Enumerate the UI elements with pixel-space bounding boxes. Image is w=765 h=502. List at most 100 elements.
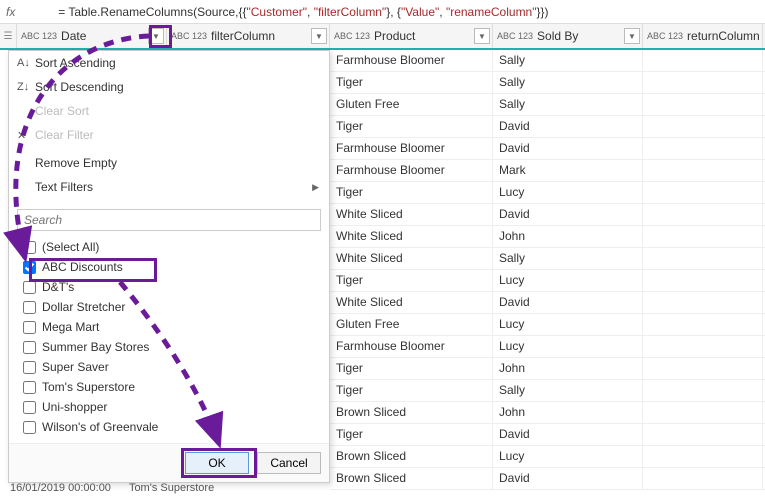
filter-item[interactable]: Mega Mart: [17, 317, 321, 337]
column-header-product[interactable]: ABC 123 Product ▼: [330, 24, 493, 48]
filter-search-input[interactable]: [17, 209, 321, 231]
table-row[interactable]: Farmhouse BloomerDavid: [330, 138, 765, 160]
cell-product: Tiger: [330, 380, 493, 401]
menu-label: Remove Empty: [35, 156, 117, 170]
grid-body: Farmhouse BloomerSallyTigerSallyGluten F…: [330, 50, 765, 490]
filter-checkbox[interactable]: [23, 341, 36, 354]
column-label: Date: [61, 29, 86, 43]
filter-checkbox[interactable]: [23, 401, 36, 414]
cell-soldby: John: [493, 358, 643, 379]
cell-return: [643, 94, 763, 115]
type-icon: ABC 123: [497, 32, 533, 41]
table-row[interactable]: White SlicedDavid: [330, 292, 765, 314]
check-label: Uni-shopper: [42, 400, 107, 414]
cell-soldby: Lucy: [493, 182, 643, 203]
sort-asc-icon: A↓: [17, 57, 35, 69]
cell-soldby: Sally: [493, 380, 643, 401]
table-row[interactable]: Gluten FreeLucy: [330, 314, 765, 336]
filter-item[interactable]: Uni-shopper: [17, 397, 321, 417]
filter-checkbox[interactable]: [23, 421, 36, 434]
table-row[interactable]: Brown SlicedJohn: [330, 402, 765, 424]
chevron-down-icon[interactable]: ▼: [148, 28, 164, 44]
select-all-item[interactable]: (Select All): [17, 237, 321, 257]
cell-product: Tiger: [330, 182, 493, 203]
check-label: Wilson's of Greenvale: [42, 420, 158, 434]
filter-checkbox[interactable]: [23, 361, 36, 374]
filter-item[interactable]: D&T's: [17, 277, 321, 297]
table-row[interactable]: White SlicedDavid: [330, 204, 765, 226]
filter-checkbox[interactable]: [23, 321, 36, 334]
filter-checkbox[interactable]: [23, 261, 36, 274]
filter-item[interactable]: Summer Bay Stores: [17, 337, 321, 357]
cell-product: Farmhouse Bloomer: [330, 336, 493, 357]
table-row[interactable]: Gluten FreeSally: [330, 94, 765, 116]
type-icon: ABC 123: [334, 32, 370, 41]
filter-item[interactable]: Wilson's of Greenvale: [17, 417, 321, 437]
filter-item[interactable]: Super Saver: [17, 357, 321, 377]
select-all-checkbox[interactable]: [23, 241, 36, 254]
clear-sort: Clear Sort: [9, 99, 329, 123]
check-label: Mega Mart: [42, 320, 99, 334]
chevron-down-icon[interactable]: ▼: [624, 28, 640, 44]
cancel-button[interactable]: Cancel: [257, 452, 321, 474]
menu-label: Sort Ascending: [35, 56, 116, 70]
filter-checkbox[interactable]: [23, 381, 36, 394]
table-row[interactable]: TigerSally: [330, 72, 765, 94]
column-header-returncolumn[interactable]: ABC 123 returnColumn: [643, 24, 763, 48]
text-filters[interactable]: Text Filters ▶: [9, 175, 329, 199]
table-row[interactable]: Farmhouse BloomerLucy: [330, 336, 765, 358]
cell-return: [643, 72, 763, 93]
filter-item[interactable]: ABC Discounts: [17, 257, 321, 277]
cell-soldby: Lucy: [493, 336, 643, 357]
chevron-down-icon[interactable]: ▼: [474, 28, 490, 44]
table-row[interactable]: TigerDavid: [330, 116, 765, 138]
table-row[interactable]: White SlicedSally: [330, 248, 765, 270]
table-row: 16/01/2019 00:00:00 Tom's Superstore: [10, 482, 214, 494]
cell-soldby: Lucy: [493, 314, 643, 335]
filter-checkbox[interactable]: [23, 301, 36, 314]
table-row[interactable]: Brown SlicedDavid: [330, 468, 765, 490]
filter-item[interactable]: Dollar Stretcher: [17, 297, 321, 317]
cell-product: Tiger: [330, 72, 493, 93]
cell-return: [643, 248, 763, 269]
sort-descending[interactable]: Z↓ Sort Descending: [9, 75, 329, 99]
cell-soldby: Sally: [493, 50, 643, 71]
column-label: Product: [374, 29, 415, 43]
table-row[interactable]: White SlicedJohn: [330, 226, 765, 248]
chevron-right-icon: ▶: [312, 182, 319, 193]
filter-checkbox[interactable]: [23, 281, 36, 294]
filter-item[interactable]: Tom's Superstore: [17, 377, 321, 397]
table-row[interactable]: TigerSally: [330, 380, 765, 402]
table-row[interactable]: Farmhouse BloomerMark: [330, 160, 765, 182]
table-row[interactable]: TigerLucy: [330, 182, 765, 204]
cell-product: Gluten Free: [330, 94, 493, 115]
cell-soldby: Mark: [493, 160, 643, 181]
table-row[interactable]: Brown SlicedLucy: [330, 446, 765, 468]
cell-soldby: Sally: [493, 72, 643, 93]
cell-product: White Sliced: [330, 226, 493, 247]
column-header-date[interactable]: ABC 123 Date ▼: [17, 24, 167, 48]
row-selector-header[interactable]: ☰: [0, 24, 17, 48]
column-header-soldby[interactable]: ABC 123 Sold By ▼: [493, 24, 643, 48]
table-row[interactable]: TigerLucy: [330, 270, 765, 292]
table-row[interactable]: TigerDavid: [330, 424, 765, 446]
chevron-down-icon[interactable]: ▼: [311, 28, 327, 44]
ok-button[interactable]: OK: [185, 452, 249, 474]
sort-ascending[interactable]: A↓ Sort Ascending: [9, 51, 329, 75]
cell-soldby: Lucy: [493, 270, 643, 291]
cell-product: Farmhouse Bloomer: [330, 138, 493, 159]
cell-product: White Sliced: [330, 292, 493, 313]
table-row[interactable]: TigerJohn: [330, 358, 765, 380]
cell-soldby: Sally: [493, 94, 643, 115]
cell-return: [643, 50, 763, 71]
table-row[interactable]: Farmhouse BloomerSally: [330, 50, 765, 72]
cell-soldby: Lucy: [493, 446, 643, 467]
remove-empty[interactable]: Remove Empty: [9, 151, 329, 175]
cell-return: [643, 314, 763, 335]
column-label: Sold By: [537, 29, 578, 43]
cell-date: 16/01/2019 00:00:00: [10, 482, 111, 494]
cell-return: [643, 204, 763, 225]
fx-icon: fx: [6, 5, 15, 19]
cell-return: [643, 446, 763, 467]
column-header-filtercolumn[interactable]: ABC 123 filterColumn ▼: [167, 24, 330, 48]
